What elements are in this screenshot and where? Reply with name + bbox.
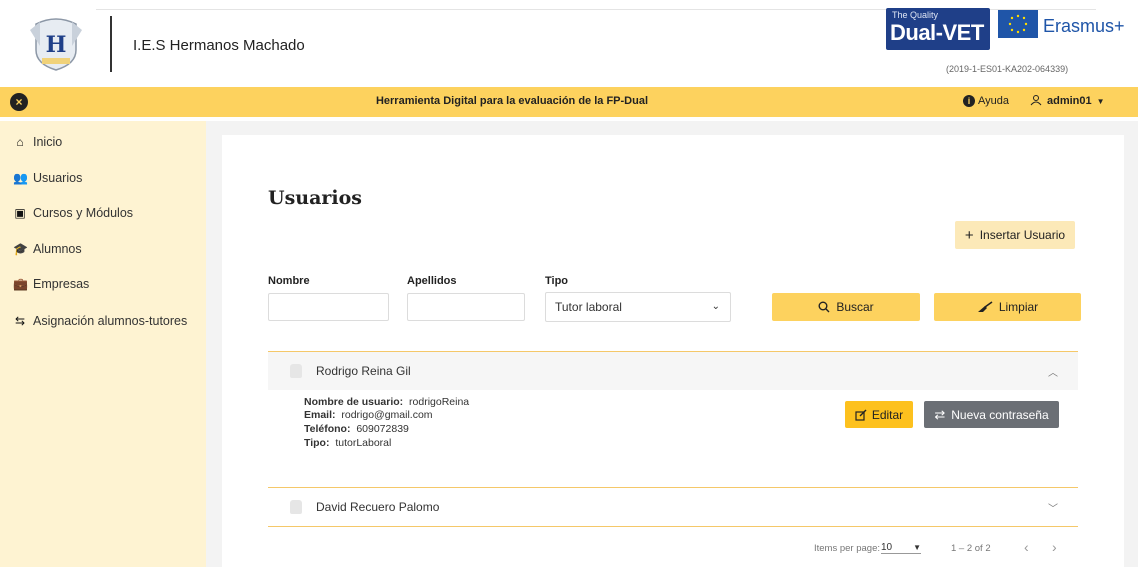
grant-code: (2019-1-ES01-KA202-064339) xyxy=(946,64,1069,74)
dualvet-main-text: Dual-VET xyxy=(890,20,984,45)
username-label: Nombre de usuario: xyxy=(304,396,404,408)
search-icon xyxy=(818,301,830,313)
user-accordion-item: Rodrigo Reina Gil ︿ Nombre de usuario: r… xyxy=(268,351,1078,477)
phone-row: Teléfono: 609072839 xyxy=(304,423,409,435)
sidebar-item-inicio[interactable]: ⌂ Inicio xyxy=(13,135,62,149)
insert-user-label: Insertar Usuario xyxy=(979,228,1066,242)
new-password-label: Nueva contraseña xyxy=(951,407,1049,422)
eu-flag-icon xyxy=(998,10,1038,38)
clear-label: Limpiar xyxy=(998,300,1039,314)
erasmus-logo-text: Erasmus+ xyxy=(1043,16,1125,36)
sidebar-item-label: Empresas xyxy=(33,277,90,291)
refresh-icon: ⇄ xyxy=(934,406,946,422)
main-content: Usuarios + Insertar Usuario Nombre Apelli… xyxy=(206,121,1138,567)
graduation-cap-icon: 🎓 xyxy=(13,242,28,256)
page-title: Usuarios xyxy=(268,187,362,209)
clear-button[interactable]: Limpiar xyxy=(934,293,1081,321)
email-label: Email: xyxy=(304,409,336,421)
help-link[interactable]: i Ayuda xyxy=(963,95,1009,107)
page-range: 1 – 2 of 2 xyxy=(951,543,991,554)
header-separator xyxy=(110,16,112,72)
user-icon xyxy=(1030,95,1042,106)
email-row: Email: rodrigo@gmail.com xyxy=(304,409,433,421)
broom-icon xyxy=(977,301,993,312)
next-page-icon[interactable]: › xyxy=(1052,539,1057,555)
phone-label: Teléfono: xyxy=(304,423,351,435)
sidebar-item-alumnos[interactable]: 🎓 Alumnos xyxy=(13,242,82,256)
dualvet-logo: The Quality Dual-VET xyxy=(886,8,990,50)
sidebar-item-label: Alumnos xyxy=(33,242,82,256)
chevron-down-icon: ⌄ xyxy=(711,301,720,312)
edit-label: Editar xyxy=(871,407,904,422)
app-title: Herramienta Digital para la evaluación d… xyxy=(375,95,649,107)
dualvet-small-text: The Quality xyxy=(892,10,939,20)
home-icon: ⌂ xyxy=(16,135,24,149)
people-link-icon: ⇆ xyxy=(14,314,26,328)
help-label: Ayuda xyxy=(978,95,1009,107)
avatar-icon xyxy=(290,500,302,514)
apellidos-input[interactable] xyxy=(407,293,525,321)
new-password-button[interactable]: ⇄ Nueva contraseña xyxy=(924,401,1059,428)
sidebar-item-asignacion[interactable]: ⇆ Asignación alumnos-tutores xyxy=(13,314,187,328)
chevron-down-icon[interactable]: ﹀ xyxy=(1048,500,1058,515)
apellidos-label: Apellidos xyxy=(407,275,457,287)
sidebar-item-empresas[interactable]: 💼 Empresas xyxy=(13,277,89,291)
edit-button[interactable]: Editar xyxy=(845,401,913,428)
school-logo[interactable]: H xyxy=(26,16,86,72)
user-accordion-header[interactable]: Rodrigo Reina Gil ︿ xyxy=(268,352,1078,390)
previous-page-icon[interactable]: ‹ xyxy=(1024,539,1029,555)
sidebar-item-label: Inicio xyxy=(33,135,63,149)
edit-icon xyxy=(855,409,867,421)
username-row: Nombre de usuario: rodrigoReina xyxy=(304,396,469,408)
user-full-name: David Recuero Palomo xyxy=(316,500,440,514)
user-accordion-item[interactable]: David Recuero Palomo ﹀ xyxy=(268,487,1078,527)
email-value: rodrigo@gmail.com xyxy=(341,409,433,421)
username-value: rodrigoReina xyxy=(409,396,470,408)
sidebar-item-label: Cursos y Módulos xyxy=(33,206,134,220)
tipo-select-value: Tutor laboral xyxy=(555,300,622,314)
chevron-down-icon: ▼ xyxy=(1096,97,1105,106)
user-full-name: Rodrigo Reina Gil xyxy=(316,364,411,378)
sidebar-item-cursos[interactable]: ▣ Cursos y Módulos xyxy=(13,206,133,220)
nombre-input[interactable] xyxy=(268,293,389,321)
content-card: Usuarios + Insertar Usuario Nombre Apelli… xyxy=(222,135,1124,567)
tipo-label: Tipo xyxy=(545,275,569,287)
book-reader-icon: ▣ xyxy=(14,206,26,220)
briefcase-icon: 💼 xyxy=(13,277,28,291)
sidebar: ⌂ Inicio 👥 Usuarios ▣ Cursos y Módulos 🎓 Alu… xyxy=(0,121,206,567)
items-per-page-select[interactable]: 10 ▼ xyxy=(881,542,921,554)
app-header: H I.E.S Hermanos Machado The Quality Dua… xyxy=(0,0,1138,83)
svg-text:H: H xyxy=(46,32,67,58)
search-button[interactable]: Buscar xyxy=(772,293,920,321)
insert-user-button[interactable]: + Insertar Usuario xyxy=(955,221,1075,249)
nombre-label: Nombre xyxy=(268,275,310,287)
user-menu[interactable]: admin01 ▼ xyxy=(1030,94,1105,107)
type-row: Tipo: tutorLaboral xyxy=(304,437,391,449)
type-label: Tipo: xyxy=(304,437,330,449)
plus-icon: + xyxy=(964,226,974,244)
items-per-page-value: 10 xyxy=(881,542,893,553)
paginator: Items per page: 10 ▼ 1 – 2 of 2 ‹ › xyxy=(268,529,1078,567)
phone-value: 609072839 xyxy=(356,423,409,435)
type-value: tutorLaboral xyxy=(335,437,392,449)
sidebar-item-label: Asignación alumnos-tutores xyxy=(33,314,188,328)
users-icon: 👥 xyxy=(13,171,28,185)
tipo-select[interactable]: Tutor laboral ⌄ xyxy=(545,292,731,322)
avatar-icon xyxy=(290,364,302,378)
user-name: admin01 xyxy=(1047,95,1092,107)
top-toolbar: × Herramienta Digital para la evaluación… xyxy=(0,87,1138,117)
chevron-down-icon: ▼ xyxy=(913,543,921,552)
items-per-page-label: Items per page: xyxy=(814,543,881,554)
sidebar-item-label: Usuarios xyxy=(33,171,83,185)
school-name: I.E.S Hermanos Machado xyxy=(133,37,305,54)
chevron-up-icon[interactable]: ︿ xyxy=(1048,364,1058,379)
sidebar-item-usuarios[interactable]: 👥 Usuarios xyxy=(13,171,82,185)
info-icon: i xyxy=(963,95,975,107)
search-label: Buscar xyxy=(836,300,874,314)
